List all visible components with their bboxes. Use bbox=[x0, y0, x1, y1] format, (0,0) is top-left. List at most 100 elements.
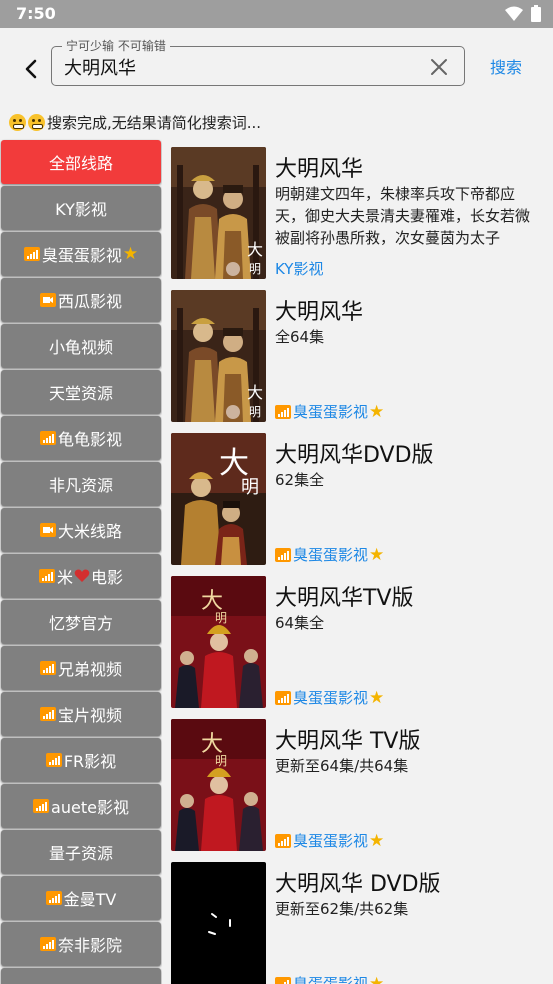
route-liangzi[interactable]: 量子资源 bbox=[1, 830, 161, 874]
grimace-emoji-icon bbox=[9, 113, 26, 131]
result-description: 更新至64集/共64集 bbox=[275, 757, 409, 775]
star-icon: ★ bbox=[369, 830, 385, 851]
result-source: 臭蛋蛋影视 ★ bbox=[275, 544, 384, 565]
wifi-icon bbox=[505, 6, 523, 21]
route-label: 西瓜影视 bbox=[57, 292, 122, 311]
signal-icon bbox=[39, 661, 56, 675]
signal-icon bbox=[275, 404, 291, 419]
loading-spinner-icon bbox=[171, 862, 266, 984]
star-icon: ★ bbox=[369, 401, 385, 422]
signal-icon bbox=[275, 690, 291, 705]
svg-text:明: 明 bbox=[215, 754, 227, 768]
result-description: 64集全 bbox=[275, 614, 325, 632]
grimace-emoji-icon bbox=[28, 113, 45, 131]
signal-icon bbox=[275, 547, 291, 562]
route-label: KY影视 bbox=[55, 200, 107, 219]
search-input[interactable] bbox=[64, 53, 414, 81]
battery-icon bbox=[531, 5, 541, 22]
route-label: 金曼TV bbox=[63, 890, 117, 909]
result-source-label: 臭蛋蛋影视 bbox=[293, 689, 369, 707]
chevron-left-icon bbox=[25, 59, 37, 79]
result-list: 大 明 大明风华 明朝建文四年，朱棣率兵攻下帝都应天，御史大夫景清夫妻罹难，长女… bbox=[168, 137, 553, 984]
route-label: 兄弟视频 bbox=[57, 660, 122, 679]
result-source: KY影视 bbox=[275, 258, 323, 279]
clear-icon[interactable] bbox=[428, 56, 450, 78]
result-item[interactable]: 大 明 大明风华 TV版 更新至64集/共64集 臭蛋蛋影视 ★ bbox=[168, 709, 553, 851]
route-label: 电影 bbox=[91, 568, 124, 587]
route-label: 臭蛋蛋影视 bbox=[41, 246, 122, 265]
result-item[interactable]: 大 明 大明风华 明朝建文四年，朱棣率兵攻下帝都应天，御史大夫景清夫妻罹难，长女… bbox=[168, 137, 553, 279]
ming-poster-a-image: 大 明 bbox=[171, 290, 266, 422]
route-jinman[interactable]: 金曼TV bbox=[1, 876, 161, 920]
signal-icon bbox=[39, 937, 56, 951]
svg-text:大: 大 bbox=[247, 240, 263, 259]
route-naifei[interactable]: 奈非影院 bbox=[1, 922, 161, 966]
route-ky[interactable]: KY影视 bbox=[1, 186, 161, 230]
result-source: 臭蛋蛋影视 ★ bbox=[275, 401, 384, 422]
svg-text:明: 明 bbox=[215, 611, 227, 625]
result-item[interactable]: 大 明 大明风华 全64集 臭蛋蛋影视 ★ bbox=[168, 280, 553, 422]
result-source-label: 臭蛋蛋影视 bbox=[293, 832, 369, 850]
route-label: 龟龟影视 bbox=[57, 430, 122, 449]
route-label: 天堂资源 bbox=[48, 384, 113, 403]
ming-poster-red-image: 大 明 bbox=[171, 719, 266, 851]
route-yimeng[interactable]: 忆梦官方 bbox=[1, 600, 161, 644]
result-source-label: 臭蛋蛋影视 bbox=[293, 403, 369, 421]
route-xiongdi[interactable]: 兄弟视频 bbox=[1, 646, 161, 690]
route-label: 非凡资源 bbox=[48, 476, 113, 495]
poster-thumbnail: 大 明 bbox=[171, 290, 266, 422]
route-tiantang[interactable]: 天堂资源 bbox=[1, 370, 161, 414]
heart-icon bbox=[74, 569, 90, 582]
poster-thumbnail: 大 明 bbox=[171, 576, 266, 708]
route-xiaogui[interactable]: 小龟视频 bbox=[1, 324, 161, 368]
search-button[interactable]: 搜索 bbox=[478, 55, 534, 81]
search-field[interactable]: 宁可少输 不可输错 bbox=[51, 38, 465, 86]
signal-icon bbox=[23, 247, 40, 261]
signal-icon bbox=[39, 431, 56, 445]
route-label: 小龟视频 bbox=[48, 338, 113, 357]
route-label: 全部线路 bbox=[48, 154, 113, 173]
search-status-text: 搜索完成,无结果请简化搜索词... bbox=[47, 113, 262, 132]
svg-text:大: 大 bbox=[247, 383, 263, 402]
result-item[interactable]: 大 明 大明风华TV版 64集全 臭蛋蛋影视 ★ bbox=[168, 566, 553, 708]
camera-icon bbox=[39, 523, 56, 537]
route-guigui[interactable]: 龟龟影视 bbox=[1, 416, 161, 460]
svg-text:大: 大 bbox=[219, 446, 249, 481]
route-label: 宝片视频 bbox=[57, 706, 122, 725]
ming-poster-b-image: 大 明 bbox=[171, 433, 266, 565]
route-partial[interactable] bbox=[1, 968, 161, 984]
search-bar: 宁可少输 不可输错 搜索 bbox=[0, 28, 553, 108]
result-source-label: 臭蛋蛋影视 bbox=[293, 975, 369, 984]
signal-icon bbox=[275, 976, 291, 984]
result-source: 臭蛋蛋影视 ★ bbox=[275, 973, 384, 984]
search-hint: 宁可少输 不可输错 bbox=[62, 38, 170, 54]
result-description: 明朝建文四年，朱棣率兵攻下帝都应天，御史大夫景清夫妻罹难，长女若微被副将孙愚所救… bbox=[275, 185, 531, 247]
result-title: 大明风华TV版 bbox=[275, 586, 414, 611]
result-title: 大明风华 bbox=[275, 157, 364, 182]
signal-icon bbox=[33, 799, 50, 813]
route-baopian[interactable]: 宝片视频 bbox=[1, 692, 161, 736]
route-mi-movie[interactable]: 米 电影 bbox=[1, 554, 161, 598]
result-title: 大明风华 bbox=[275, 300, 364, 325]
route-feifan[interactable]: 非凡资源 bbox=[1, 462, 161, 506]
route-fr[interactable]: FR影视 bbox=[1, 738, 161, 782]
route-dami[interactable]: 大米线路 bbox=[1, 508, 161, 552]
result-title: 大明风华 TV版 bbox=[275, 729, 421, 754]
back-button[interactable] bbox=[14, 54, 48, 84]
route-label: 米 bbox=[56, 568, 73, 587]
route-label: auete影视 bbox=[51, 798, 129, 817]
poster-thumbnail: 大 明 bbox=[171, 433, 266, 565]
result-source: 臭蛋蛋影视 ★ bbox=[275, 830, 384, 851]
result-title: 大明风华 DVD版 bbox=[275, 872, 441, 897]
status-time: 7:50 bbox=[16, 4, 56, 23]
route-auete[interactable]: auete影视 bbox=[1, 784, 161, 828]
status-icons bbox=[505, 5, 541, 22]
route-choudandan[interactable]: 臭蛋蛋影视 ★ bbox=[1, 232, 161, 276]
signal-icon bbox=[275, 833, 291, 848]
signal-icon bbox=[39, 707, 56, 721]
route-xigua[interactable]: 西瓜影视 bbox=[1, 278, 161, 322]
poster-thumbnail bbox=[171, 862, 266, 984]
result-item[interactable]: 大 明 大明风华DVD版 62集全 臭蛋蛋影视 ★ bbox=[168, 423, 553, 565]
route-all[interactable]: 全部线路 bbox=[1, 140, 161, 184]
result-item[interactable]: 大明风华 DVD版 更新至62集/共62集 臭蛋蛋影视 ★ bbox=[168, 852, 553, 984]
